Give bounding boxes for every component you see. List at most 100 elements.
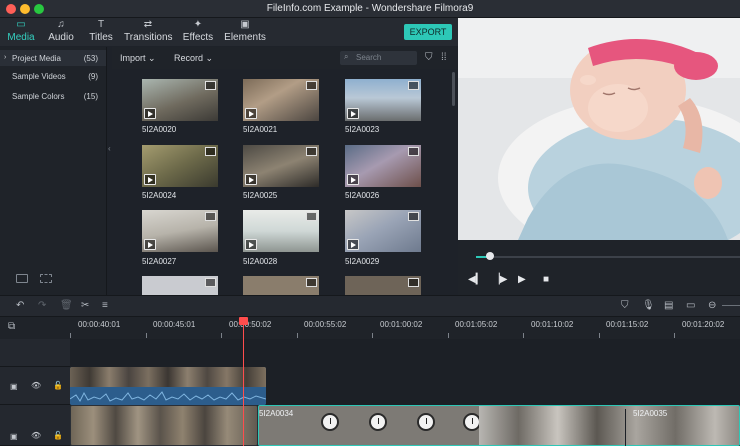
ruler-time: 00:00:40:01 — [78, 320, 121, 329]
timeline-clip[interactable] — [70, 367, 266, 405]
media-thumbnail[interactable] — [243, 276, 319, 295]
tab-audio[interactable]: ♫ Audio — [44, 19, 78, 45]
film-icon — [408, 278, 419, 287]
film-icon — [306, 147, 317, 156]
grid-view-icon[interactable]: ⁞⁞ — [441, 52, 447, 63]
preview-viewer — [458, 18, 740, 240]
clip-separator — [625, 409, 626, 446]
record-dropdown[interactable]: Record ⌄ — [174, 53, 213, 64]
new-folder-icon[interactable] — [16, 274, 28, 283]
timeline-clip-selected[interactable] — [258, 405, 740, 446]
playhead-handle[interactable] — [239, 317, 248, 325]
media-thumbnail[interactable] — [243, 210, 319, 252]
marker-icon[interactable]: ⛉ — [621, 300, 629, 311]
tab-titles[interactable]: T Titles — [86, 19, 116, 45]
play-icon — [144, 108, 156, 119]
text-icon: T — [97, 19, 105, 30]
library-panel: › Project Media (53) Sample Videos (9) S… — [0, 47, 107, 295]
import-dropdown[interactable]: Import ⌄ — [120, 53, 156, 64]
media-thumbnail[interactable] — [142, 79, 218, 121]
add-track-icon[interactable]: ⧉ — [8, 321, 15, 332]
search-icon: ⌕ — [344, 52, 349, 61]
media-scrollbar[interactable] — [452, 72, 455, 106]
playback-slider-handle[interactable] — [486, 252, 494, 260]
chevron-down-icon: ⌄ — [148, 53, 156, 63]
film-icon — [408, 147, 419, 156]
media-thumbnail[interactable] — [243, 145, 319, 187]
track-header-empty — [0, 339, 70, 367]
media-label: 5I2A0028 — [243, 257, 278, 266]
play-icon[interactable]: ▶ — [518, 274, 526, 285]
media-label: 5I2A0020 — [142, 125, 177, 134]
tab-transitions[interactable]: ⇄ Transitions — [124, 19, 173, 45]
image-icon: ▣ — [240, 19, 250, 30]
playhead[interactable] — [243, 320, 244, 446]
playback-slider[interactable] — [476, 256, 740, 258]
microphone-icon[interactable]: 🎙 — [642, 300, 655, 311]
film-icon — [408, 81, 419, 90]
media-label: 5I2A0029 — [345, 257, 380, 266]
library-item-sample-colors[interactable]: Sample Colors (15) — [0, 88, 106, 104]
voiceover-icon[interactable]: ▤ — [664, 300, 673, 311]
clip-label: 5I2A0035 — [633, 409, 668, 418]
remove-folder-icon[interactable] — [40, 274, 52, 283]
filmora-window: FileInfo.com Example - Wondershare Filmo… — [0, 0, 740, 446]
chevron-right-icon: › — [4, 54, 7, 61]
zoom-out-icon[interactable]: ⊖ — [708, 300, 716, 311]
media-thumbnail[interactable] — [142, 210, 218, 252]
ruler-time: 00:00:55:02 — [304, 320, 347, 329]
effects-icon: ✦ — [193, 19, 203, 30]
play-icon — [245, 108, 257, 119]
redo-icon[interactable]: ↷ — [38, 300, 46, 311]
tab-media[interactable]: ▭ Media — [4, 19, 38, 45]
media-label: 5I2A0025 — [243, 191, 278, 200]
film-icon — [205, 278, 216, 287]
library-item-sample-videos[interactable]: Sample Videos (9) — [0, 68, 106, 84]
delete-icon[interactable]: 🗑 — [60, 300, 73, 311]
undo-icon[interactable]: ↶ — [16, 300, 24, 311]
clip-label: 5I2A0034 — [259, 409, 294, 418]
next-frame-icon[interactable]: ▕▶ — [492, 274, 507, 285]
cut-icon[interactable]: ✂ — [81, 300, 89, 311]
ruler-time: 00:00:50:02 — [229, 320, 272, 329]
play-icon — [347, 108, 359, 119]
play-icon — [347, 174, 359, 185]
ruler-time: 00:01:15:02 — [606, 320, 649, 329]
previous-frame-icon[interactable]: ◀▎ — [468, 274, 483, 285]
zoom-slider[interactable] — [722, 305, 740, 306]
lock-icon[interactable]: 🔓 — [53, 431, 63, 440]
play-icon — [144, 174, 156, 185]
folder-icon: ▭ — [16, 19, 26, 30]
visibility-eye-icon[interactable]: 👁 — [31, 431, 41, 440]
film-icon: ▣ — [10, 432, 18, 441]
export-button[interactable]: EXPORT — [404, 24, 452, 40]
title-bar: FileInfo.com Example - Wondershare Filmo… — [0, 0, 740, 18]
tab-elements[interactable]: ▣ Elements — [224, 19, 266, 45]
media-thumbnail[interactable] — [142, 276, 218, 295]
transitions-icon: ⇄ — [143, 19, 153, 30]
filter-icon[interactable]: ⛉ — [425, 52, 433, 63]
timeline-clip[interactable] — [70, 405, 258, 446]
ruler-time: 00:01:05:02 — [455, 320, 498, 329]
ruler-time: 00:01:20:02 — [682, 320, 725, 329]
ruler-time: 00:01:00:02 — [380, 320, 423, 329]
media-thumbnail[interactable] — [345, 276, 421, 295]
media-label: 5I2A0023 — [345, 125, 380, 134]
search-input[interactable]: Search — [340, 51, 417, 65]
play-icon — [347, 239, 359, 250]
tab-effects[interactable]: ✦ Effects — [180, 19, 216, 45]
media-thumbnail[interactable] — [243, 79, 319, 121]
media-thumbnail[interactable] — [345, 145, 421, 187]
split-screen-icon[interactable]: ▭ — [686, 300, 695, 311]
stop-icon[interactable]: ■ — [543, 274, 549, 285]
collapse-panel-icon[interactable]: ‹ — [108, 144, 111, 153]
media-thumbnail[interactable] — [142, 145, 218, 187]
visibility-eye-icon[interactable]: 👁 — [31, 381, 41, 390]
film-icon — [205, 147, 216, 156]
media-thumbnail[interactable] — [345, 79, 421, 121]
media-thumbnail[interactable] — [345, 210, 421, 252]
film-icon — [205, 212, 216, 221]
library-item-project-media[interactable]: › Project Media (53) — [0, 50, 106, 66]
lock-icon[interactable]: 🔓 — [53, 381, 63, 390]
adjust-icon[interactable]: ≡ — [102, 300, 108, 311]
